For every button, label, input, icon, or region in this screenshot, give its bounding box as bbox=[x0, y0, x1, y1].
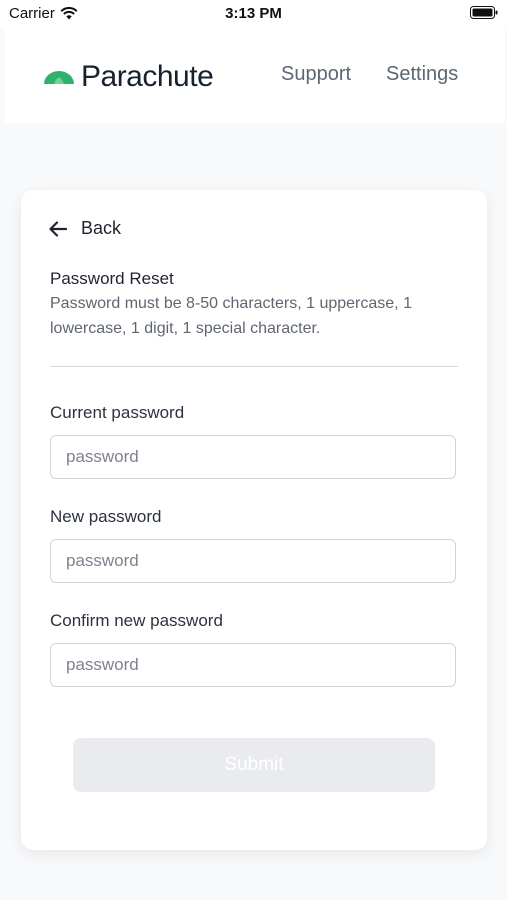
confirm-password-label: Confirm new password bbox=[50, 611, 223, 630]
nav-settings-link[interactable]: Settings bbox=[386, 63, 458, 86]
parachute-logo-icon bbox=[44, 71, 74, 84]
new-password-input[interactable] bbox=[50, 539, 456, 583]
status-bar: Carrier 3:13 PM bbox=[0, 0, 507, 28]
nav-support-link[interactable]: Support bbox=[281, 63, 351, 86]
password-requirements: Password must be 8-50 characters, 1 uppe… bbox=[50, 295, 412, 337]
current-password-input[interactable] bbox=[50, 435, 456, 479]
new-password-label: New password bbox=[50, 507, 162, 526]
password-reset-card: Back Password Reset Password must be 8-5… bbox=[21, 190, 487, 850]
app-header: Parachute Support Settings bbox=[5, 28, 505, 123]
confirm-password-input[interactable] bbox=[50, 643, 456, 687]
arrow-left-icon bbox=[49, 220, 67, 237]
brand-logo[interactable]: Parachute bbox=[43, 60, 214, 94]
current-password-label: Current password bbox=[50, 403, 185, 422]
battery-icon bbox=[470, 6, 498, 19]
submit-button[interactable]: Submit bbox=[73, 738, 435, 792]
divider bbox=[50, 366, 458, 367]
form-title: Password Reset bbox=[50, 269, 174, 288]
clock: 3:13 PM bbox=[225, 5, 282, 22]
back-label: Back bbox=[81, 218, 122, 238]
brand-name: Parachute bbox=[81, 60, 214, 93]
back-button[interactable]: Back bbox=[49, 218, 121, 239]
